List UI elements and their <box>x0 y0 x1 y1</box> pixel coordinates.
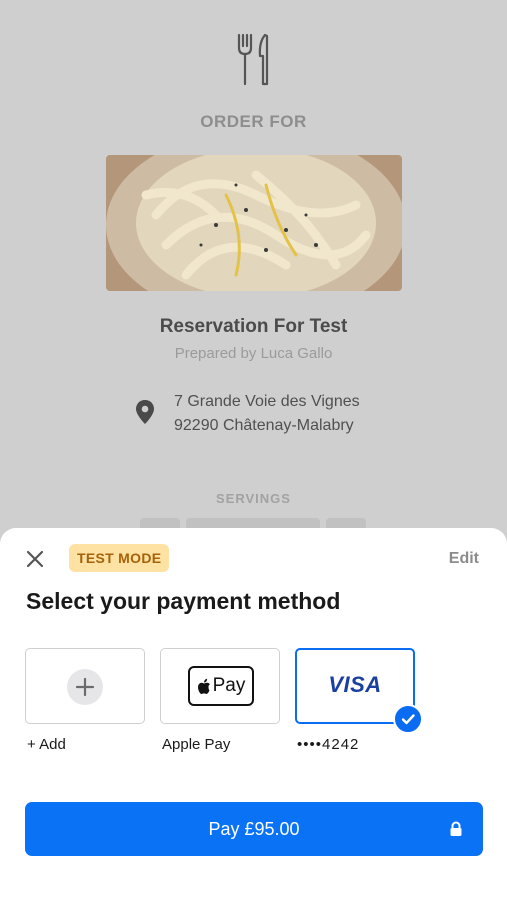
map-pin-icon <box>136 400 154 424</box>
payment-sheet: TEST MODE Edit Select your payment metho… <box>0 528 507 900</box>
plus-icon <box>67 669 103 705</box>
address-line-1: 7 Grande Voie des Vignes <box>174 393 360 410</box>
address: 7 Grande Voie des Vignes 92290 Châtenay-… <box>174 390 360 438</box>
close-icon[interactable] <box>22 546 48 572</box>
sheet-title: Select your payment method <box>26 588 341 614</box>
prepared-by: Prepared by Luca Gallo <box>174 345 333 362</box>
pay-button[interactable]: Pay £95.00 <box>25 802 483 856</box>
add-label: + Add <box>27 736 66 753</box>
order-for-label: ORDER FOR <box>200 112 307 131</box>
selected-check-icon <box>393 704 423 734</box>
apple-pay-icon: Pay <box>188 666 254 706</box>
pay-button-label: Pay £95.00 <box>208 819 300 839</box>
add-payment-method-card[interactable] <box>25 648 145 724</box>
dish-image <box>106 155 402 291</box>
apple-pay-card[interactable]: Pay <box>160 648 280 724</box>
reservation-title: Reservation For Test <box>159 316 348 337</box>
apple-logo-icon <box>197 678 210 694</box>
visa-card-label: ••••4242 <box>297 736 360 753</box>
apple-pay-label: Apple Pay <box>162 736 231 753</box>
edit-button[interactable]: Edit <box>449 550 479 568</box>
visa-icon: VISA <box>328 672 382 697</box>
servings-label: SERVINGS <box>216 491 291 506</box>
lock-icon <box>450 821 462 836</box>
address-line-2: 92290 Châtenay-Malabry <box>174 417 354 434</box>
fork-knife-icon <box>237 33 269 86</box>
apple-pay-mark: Pay <box>212 675 246 696</box>
test-mode-badge: TEST MODE <box>69 544 170 572</box>
visa-card[interactable]: VISA <box>295 648 423 734</box>
